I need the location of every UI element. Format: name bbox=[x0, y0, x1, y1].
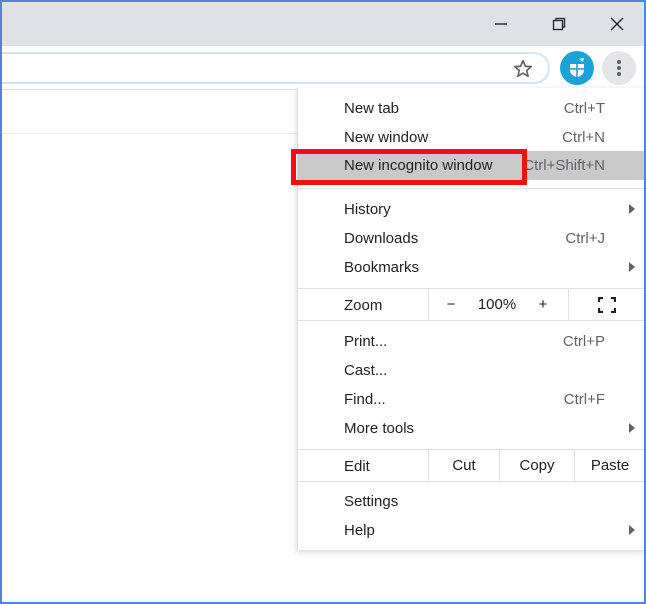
close-icon bbox=[610, 17, 624, 31]
fullscreen-button[interactable] bbox=[568, 289, 644, 320]
menu-item-help[interactable]: Help bbox=[298, 516, 644, 545]
menu-item-settings[interactable]: Settings bbox=[298, 487, 644, 516]
menu-item-find[interactable]: Find... Ctrl+F bbox=[298, 385, 644, 414]
zoom-in-button[interactable]: + bbox=[528, 289, 558, 320]
divider bbox=[2, 133, 298, 134]
menu-item-bookmarks[interactable]: Bookmarks bbox=[298, 253, 644, 282]
menu-separator bbox=[298, 188, 644, 189]
zoom-out-label: − bbox=[446, 296, 456, 313]
minimize-icon bbox=[495, 23, 507, 25]
menu-item-print[interactable]: Print... Ctrl+P bbox=[298, 327, 644, 356]
close-button[interactable] bbox=[588, 2, 644, 46]
menu-item-new-tab[interactable]: New tab Ctrl+T bbox=[298, 94, 644, 123]
menu-separator bbox=[298, 481, 644, 482]
restore-button[interactable] bbox=[530, 2, 588, 46]
zoom-label: Zoom bbox=[344, 297, 383, 314]
star-icon[interactable] bbox=[512, 58, 534, 80]
submenu-arrow-icon bbox=[629, 525, 635, 535]
menu-item-label: Find... bbox=[344, 391, 386, 408]
zoom-value: 100% bbox=[470, 289, 524, 320]
menu-row-edit: Edit Cut Copy Paste bbox=[298, 450, 644, 481]
submenu-arrow-icon bbox=[629, 423, 635, 433]
browser-window: New tab Ctrl+T New window Ctrl+N New inc… bbox=[0, 0, 646, 604]
menu-button[interactable] bbox=[602, 51, 636, 85]
minimize-button[interactable] bbox=[472, 2, 530, 46]
divider bbox=[428, 289, 429, 320]
edit-label: Edit bbox=[344, 458, 370, 475]
menu-item-more-tools[interactable]: More tools bbox=[298, 414, 644, 443]
menu-item-downloads[interactable]: Downloads Ctrl+J bbox=[298, 224, 644, 253]
paste-label: Paste bbox=[590, 457, 630, 474]
copy-button[interactable]: Copy bbox=[499, 450, 574, 481]
cut-button[interactable]: Cut bbox=[428, 450, 499, 481]
menu-item-cast[interactable]: Cast... bbox=[298, 356, 644, 385]
shortcut-label: Ctrl+N bbox=[562, 129, 605, 146]
menu-item-label: New tab bbox=[344, 100, 400, 117]
highlight-annotation-box bbox=[291, 149, 527, 185]
profile-avatar-button[interactable] bbox=[560, 51, 594, 85]
menu-item-label: Print... bbox=[344, 333, 388, 350]
paste-button[interactable]: Paste bbox=[574, 450, 644, 481]
three-dots-vertical-icon bbox=[617, 60, 621, 76]
menu-item-label: History bbox=[344, 201, 391, 218]
menu-item-label: Settings bbox=[344, 493, 399, 510]
copy-label: Copy bbox=[519, 457, 555, 474]
menu-item-label: Downloads bbox=[344, 230, 419, 247]
fullscreen-icon bbox=[598, 296, 616, 313]
address-bar[interactable] bbox=[2, 52, 550, 84]
title-bar bbox=[2, 2, 644, 46]
menu-item-label: Bookmarks bbox=[344, 259, 420, 276]
zoom-in-label: + bbox=[538, 296, 548, 313]
profile-avatar-icon bbox=[565, 56, 589, 80]
shortcut-label: Ctrl+J bbox=[565, 230, 605, 247]
zoom-percent: 100% bbox=[477, 296, 517, 313]
zoom-out-button[interactable]: − bbox=[436, 289, 466, 320]
submenu-arrow-icon bbox=[629, 204, 635, 214]
menu-item-history[interactable]: History bbox=[298, 195, 644, 224]
menu-separator bbox=[298, 320, 644, 321]
shortcut-label: Ctrl+F bbox=[563, 391, 605, 408]
menu-item-label: Cast... bbox=[344, 362, 388, 379]
shortcut-label: Ctrl+P bbox=[562, 333, 605, 350]
restore-icon bbox=[552, 17, 566, 31]
menu-item-label: New window bbox=[344, 129, 429, 146]
submenu-arrow-icon bbox=[629, 262, 635, 272]
menu-item-label: Help bbox=[344, 522, 375, 539]
menu-item-new-window[interactable]: New window Ctrl+N bbox=[298, 123, 644, 152]
menu-row-zoom: Zoom − 100% + bbox=[298, 289, 644, 320]
cut-label: Cut bbox=[452, 457, 476, 474]
toolbar bbox=[2, 46, 644, 90]
shortcut-label: Ctrl+Shift+N bbox=[523, 157, 605, 174]
menu-item-label: More tools bbox=[344, 420, 415, 437]
shortcut-label: Ctrl+T bbox=[563, 100, 605, 117]
